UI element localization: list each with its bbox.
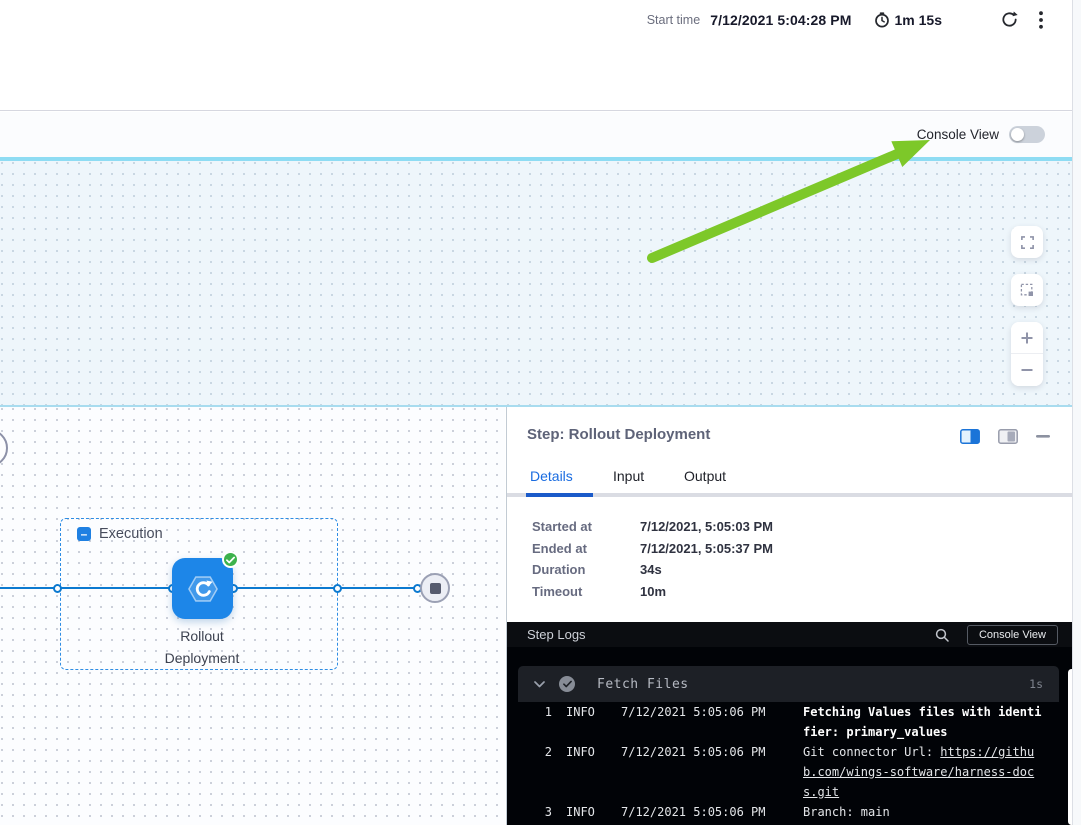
run-meta: Start time 7/12/2021 5:04:28 PM 1m 15s [647, 8, 1045, 31]
log-section-duration: 1s [1029, 677, 1043, 691]
log-console-view-button[interactable]: Console View [967, 625, 1058, 645]
log-scrollbar-thumb[interactable] [1068, 669, 1072, 825]
detail-label: Timeout [532, 584, 640, 599]
tab-input[interactable]: Input [613, 468, 644, 484]
elapsed-value: 1m 15s [895, 12, 942, 28]
rollout-step-icon [185, 571, 221, 607]
refresh-icon [1000, 10, 1019, 29]
panel-tabs: Details Input Output [507, 459, 1072, 501]
elapsed-duration: 1m 15s [874, 12, 942, 28]
tab-details[interactable]: Details [530, 468, 573, 484]
stage-canvas[interactable] [0, 161, 1072, 405]
start-time-value: 7/12/2021 5:04:28 PM [710, 12, 851, 28]
toggle-knob [1011, 128, 1024, 141]
console-view-toggle[interactable] [1009, 126, 1045, 143]
detail-label: Ended at [532, 541, 640, 556]
step-logs-section: Step Logs Console View Fetch Files 1s [507, 622, 1072, 825]
rollout-deployment-node[interactable] [172, 558, 233, 619]
log-console[interactable]: Fetch Files 1s 1 INFO 7/12/2021 5:05:06 … [507, 647, 1072, 825]
chevron-down-icon[interactable] [534, 681, 545, 688]
zoom-in-icon [1019, 330, 1035, 346]
detail-value: 10m [640, 584, 773, 599]
console-view-label: Console View [917, 127, 999, 142]
split-view-left-icon [960, 429, 980, 444]
zoom-out-button[interactable] [1011, 354, 1043, 386]
detail-value: 7/12/2021, 5:05:37 PM [640, 541, 773, 556]
detail-label: Duration [532, 562, 640, 577]
log-section-name: Fetch Files [597, 677, 1029, 692]
panel-header-icons [958, 427, 1052, 446]
node-label: Rollout Deployment [132, 625, 272, 669]
panel-header: Step: Rollout Deployment [507, 407, 1072, 455]
page-scrollbar-gutter[interactable] [1072, 0, 1081, 825]
log-search-button[interactable] [935, 628, 949, 642]
connector-port [53, 584, 62, 593]
active-tab-indicator [526, 493, 593, 497]
view-toolbar: Console View [0, 112, 1072, 157]
collapse-group-icon[interactable]: – [77, 527, 91, 541]
end-node[interactable] [420, 573, 450, 603]
log-line: 2 INFO 7/12/2021 5:05:06 PM Git connecto… [518, 742, 1059, 802]
split-view-left-button[interactable] [958, 427, 982, 446]
log-section-header[interactable]: Fetch Files 1s [518, 666, 1059, 702]
check-icon [226, 556, 235, 564]
step-details-panel: Step: Rollout Deployment Details Input O… [506, 407, 1072, 825]
log-lines: 1 INFO 7/12/2021 5:05:06 PM Fetching Val… [518, 702, 1059, 822]
refresh-button[interactable] [998, 8, 1021, 31]
log-line: 3 INFO 7/12/2021 5:05:06 PM Branch: main [518, 802, 1059, 822]
pipeline-execution-screen: Start time 7/12/2021 5:04:28 PM 1m 15s C… [0, 0, 1081, 825]
search-icon [935, 628, 949, 642]
step-graph-canvas[interactable]: – Execution Rollout Deployment [0, 407, 505, 825]
detail-value: 34s [640, 562, 773, 577]
zoom-in-button[interactable] [1011, 322, 1043, 354]
canvas-zoom-controls [1011, 226, 1043, 386]
zoom-pair [1011, 322, 1043, 386]
success-badge [222, 551, 239, 568]
stop-icon [430, 583, 441, 594]
fullscreen-icon [1020, 235, 1035, 250]
connector-port [333, 584, 342, 593]
detail-label: Started at [532, 519, 640, 534]
tab-output[interactable]: Output [684, 468, 726, 484]
detail-value: 7/12/2021, 5:05:03 PM [640, 519, 773, 534]
section-success-icon [559, 676, 575, 692]
log-line: 1 INFO 7/12/2021 5:05:06 PM Fetching Val… [518, 702, 1059, 742]
split-view-right-icon [998, 429, 1018, 444]
start-time-label: Start time [647, 13, 701, 27]
panel-title: Step: Rollout Deployment [527, 426, 710, 443]
minimize-panel-button[interactable] [1034, 433, 1052, 440]
more-options-button[interactable] [1037, 9, 1045, 31]
fit-selection-button[interactable] [1011, 274, 1043, 306]
top-bar: Start time 7/12/2021 5:04:28 PM 1m 15s [0, 0, 1081, 111]
execution-group-label: Execution [99, 526, 163, 542]
zoom-out-icon [1019, 362, 1035, 378]
clock-icon [874, 12, 890, 28]
offscreen-node [0, 429, 8, 467]
minimize-icon [1036, 435, 1050, 438]
step-details-list: Started at 7/12/2021, 5:05:03 PM Ended a… [532, 519, 773, 599]
split-view-right-button[interactable] [996, 427, 1020, 446]
step-logs-bar: Step Logs Console View [507, 622, 1072, 647]
execution-group-header[interactable]: – Execution [77, 526, 163, 542]
kebab-menu-icon [1039, 11, 1043, 29]
fullscreen-button[interactable] [1011, 226, 1043, 258]
step-logs-title: Step Logs [527, 627, 935, 642]
fit-selection-icon [1019, 282, 1035, 298]
canvas-split-divider [0, 405, 1072, 407]
